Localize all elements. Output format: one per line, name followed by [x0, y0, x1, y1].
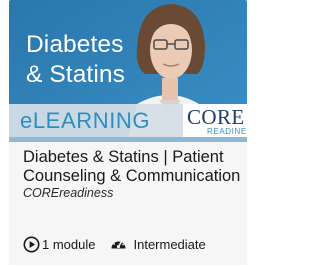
- module-count: 1 module: [42, 236, 96, 252]
- corereadiness-logo: CORE READINESS: [183, 104, 247, 137]
- course-meta: 1 module Intermediate: [23, 235, 206, 253]
- difficulty-level: Intermediate: [133, 236, 206, 252]
- speedometer-icon: [110, 236, 127, 253]
- hero-title: Diabetes & Statins: [26, 31, 125, 88]
- course-hero-image: Diabetes & Statins eLEARNING CORE READIN…: [9, 0, 247, 142]
- elearning-label: eLEARNING: [20, 108, 151, 133]
- logo-tagline: READINESS: [207, 127, 247, 136]
- course-title[interactable]: Diabetes & Statins | Patient Counseling …: [23, 148, 247, 186]
- play-circle-icon: [23, 236, 40, 253]
- course-provider: COREreadiness: [23, 186, 114, 200]
- course-card[interactable]: Diabetes & Statins eLEARNING CORE READIN…: [9, 0, 247, 265]
